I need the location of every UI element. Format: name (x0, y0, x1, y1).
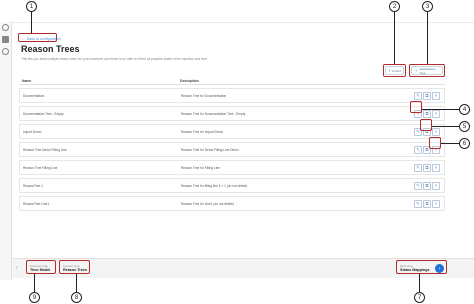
row-description: Reason Tree for filling line 1 > 1 (do n… (181, 183, 248, 188)
row-actions: ✎ ⧉ × (404, 163, 444, 172)
callout-4: 4 (459, 104, 470, 115)
row-description: Reason Tree for Documentation Tree - Emp… (181, 111, 246, 116)
copy-icon[interactable]: ⧉ (423, 91, 431, 100)
table-row[interactable]: Import Demo Reason Tree for Import Demo … (19, 124, 445, 139)
copy-icon[interactable]: ⧉ (423, 109, 431, 118)
highlight-previous (26, 260, 56, 274)
edit-icon[interactable]: ✎ (414, 91, 422, 100)
callout-2-leader (394, 12, 395, 64)
table-row[interactable]: Reason Tree Filling Line Reason Tree for… (19, 160, 445, 175)
row-name: Documentation (23, 93, 45, 98)
row-description: Reason Tree for Demo Filling Line Demo (181, 147, 239, 152)
edit-icon[interactable]: ✎ (414, 199, 422, 208)
list-icon[interactable] (2, 36, 9, 43)
callout-1: 1 (26, 1, 37, 12)
copy-icon[interactable]: ⧉ (423, 199, 431, 208)
highlight-add (409, 64, 445, 77)
callout-3-leader (427, 12, 428, 64)
row-name: Reason Tree Filling Line (23, 165, 58, 170)
callout-4-leader (422, 109, 459, 110)
reason-tree-table: Name Description Documentation Reason Tr… (19, 77, 445, 211)
highlight-edit (410, 101, 422, 113)
row-actions: ✎ ⧉ × (404, 181, 444, 190)
row-actions: ✎ ⧉ × (404, 91, 444, 100)
row-description: Reason Tree for Line1 (do not delete) (181, 201, 234, 206)
page: ← Back to configuration Reason Trees Thi… (0, 0, 474, 304)
chevron-left-icon[interactable]: ‹ (16, 265, 18, 271)
callout-6-leader (441, 143, 459, 144)
row-name: ReasonTree Line1 (23, 201, 50, 206)
settings-icon[interactable] (2, 24, 9, 31)
highlight-current (59, 260, 90, 274)
delete-icon[interactable]: × (432, 181, 440, 190)
delete-icon[interactable]: × (432, 109, 440, 118)
column-name: Name (22, 78, 32, 83)
edit-icon[interactable]: ✎ (414, 163, 422, 172)
edit-icon[interactable]: ✎ (414, 145, 422, 154)
highlight-back-link (18, 33, 57, 42)
top-divider (12, 22, 474, 23)
delete-icon[interactable]: × (432, 199, 440, 208)
callout-5-leader (432, 126, 459, 127)
copy-icon[interactable]: ⧉ (423, 181, 431, 190)
callout-8: 8 (71, 292, 82, 303)
delete-icon[interactable]: × (432, 91, 440, 100)
table-row[interactable]: ReasonTree Line1 Reason Tree for Line1 (… (19, 196, 445, 211)
row-description: Reason Tree for Import Demo (181, 129, 224, 134)
row-name: ReasonTree 1 (23, 183, 44, 188)
callout-5: 5 (459, 121, 470, 132)
callout-1-leader (31, 12, 32, 33)
table-row[interactable]: ReasonTree 1 Reason Tree for filling lin… (19, 178, 445, 193)
page-subtitle: This lets you build multiple reason tree… (21, 57, 208, 61)
row-name: Reason Tree Demo Filling Line (23, 147, 67, 152)
table-row[interactable]: Documentation Reason Tree for Documentat… (19, 88, 445, 103)
callout-7-leader (419, 274, 420, 292)
table-row[interactable]: Documentation Tree - Empty Reason Tree f… (19, 106, 445, 121)
highlight-import (383, 64, 406, 77)
row-actions: ✎ ⧉ × (404, 199, 444, 208)
callout-3: 3 (422, 1, 433, 12)
table-row[interactable]: Reason Tree Demo Filling Line Reason Tre… (19, 142, 445, 157)
copy-icon[interactable]: ⧉ (423, 163, 431, 172)
highlight-next (396, 260, 447, 274)
row-description: Reason Tree for Documentation (181, 93, 227, 98)
edit-icon[interactable]: ✎ (414, 181, 422, 190)
table-header: Name Description (19, 77, 445, 85)
delete-icon[interactable]: × (432, 163, 440, 172)
row-name: Documentation Tree - Empty (23, 111, 64, 116)
delete-icon[interactable]: × (432, 127, 440, 136)
gear-icon[interactable] (2, 48, 9, 55)
row-name: Import Demo (23, 129, 42, 134)
callout-9-leader (34, 274, 35, 292)
highlight-delete (429, 137, 441, 149)
column-description: Description (180, 78, 199, 83)
callout-6: 6 (459, 138, 470, 149)
row-description: Reason Tree for Filling Line (181, 165, 220, 170)
highlight-copy (420, 119, 432, 131)
page-title: Reason Trees (21, 44, 80, 54)
callout-7: 7 (414, 292, 425, 303)
callout-2: 2 (389, 1, 400, 12)
callout-9: 9 (29, 292, 40, 303)
left-sidebar (0, 22, 12, 280)
callout-8-leader (76, 274, 77, 292)
